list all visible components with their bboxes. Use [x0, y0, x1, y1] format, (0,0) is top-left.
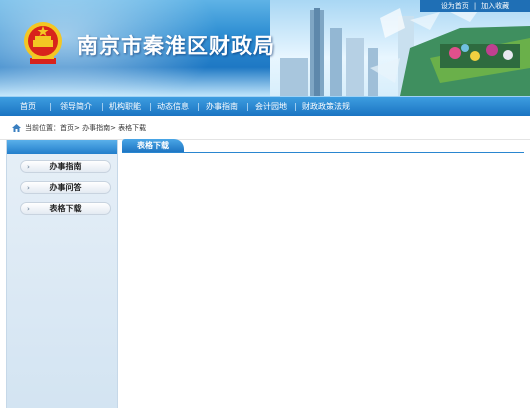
sidebar: › 办事指南 › 办事问答 › 表格下载: [6, 140, 118, 408]
set-homepage-link[interactable]: 设为首页: [441, 2, 469, 10]
sidebar-item-faq[interactable]: › 办事问答: [20, 181, 111, 194]
nav-item-regulations[interactable]: 财政政策法规: [302, 97, 350, 117]
national-emblem-icon: [24, 22, 62, 64]
sidebar-item-label: 办事指南: [49, 162, 82, 171]
top-links: 设为首页 | 加入收藏: [420, 0, 530, 12]
sidebar-item-downloads[interactable]: › 表格下载: [20, 202, 111, 215]
bullet-icon: ›: [27, 163, 30, 171]
nav-item-news[interactable]: 动态信息: [157, 97, 189, 117]
main-nav: 首页 | 领导简介 | 机构职能 | 动态信息 | 办事指南 | 会计园地 | …: [0, 96, 530, 116]
bullet-icon: ›: [27, 205, 30, 213]
bullet-icon: ›: [27, 184, 30, 192]
sidebar-item-label: 办事问答: [49, 183, 82, 192]
breadcrumb-text: 当前位置：首页> 办事指南> 表格下载: [25, 124, 147, 132]
site-title: 南京市秦淮区财政局: [77, 33, 275, 58]
breadcrumb: 当前位置：首页> 办事指南> 表格下载: [0, 116, 530, 140]
city-skyline-image: [280, 8, 530, 96]
sidebar-header: [7, 140, 117, 154]
add-favorite-link[interactable]: 加入收藏: [481, 2, 509, 10]
tab-form-downloads[interactable]: 表格下载: [122, 139, 184, 153]
tab-underline: [122, 152, 524, 153]
header-banner: 设为首页 | 加入收藏 南京市秦淮区财政局: [0, 0, 530, 96]
nav-item-guide[interactable]: 办事指南: [206, 97, 238, 117]
home-icon: [12, 124, 21, 132]
sidebar-item-guide[interactable]: › 办事指南: [20, 160, 111, 173]
nav-item-functions[interactable]: 机构职能: [109, 97, 141, 117]
nav-item-accounting[interactable]: 会计园地: [255, 97, 287, 117]
nav-item-leadership[interactable]: 领导简介: [60, 97, 92, 117]
nav-item-home[interactable]: 首页: [20, 97, 36, 117]
sidebar-item-label: 表格下载: [49, 204, 82, 213]
